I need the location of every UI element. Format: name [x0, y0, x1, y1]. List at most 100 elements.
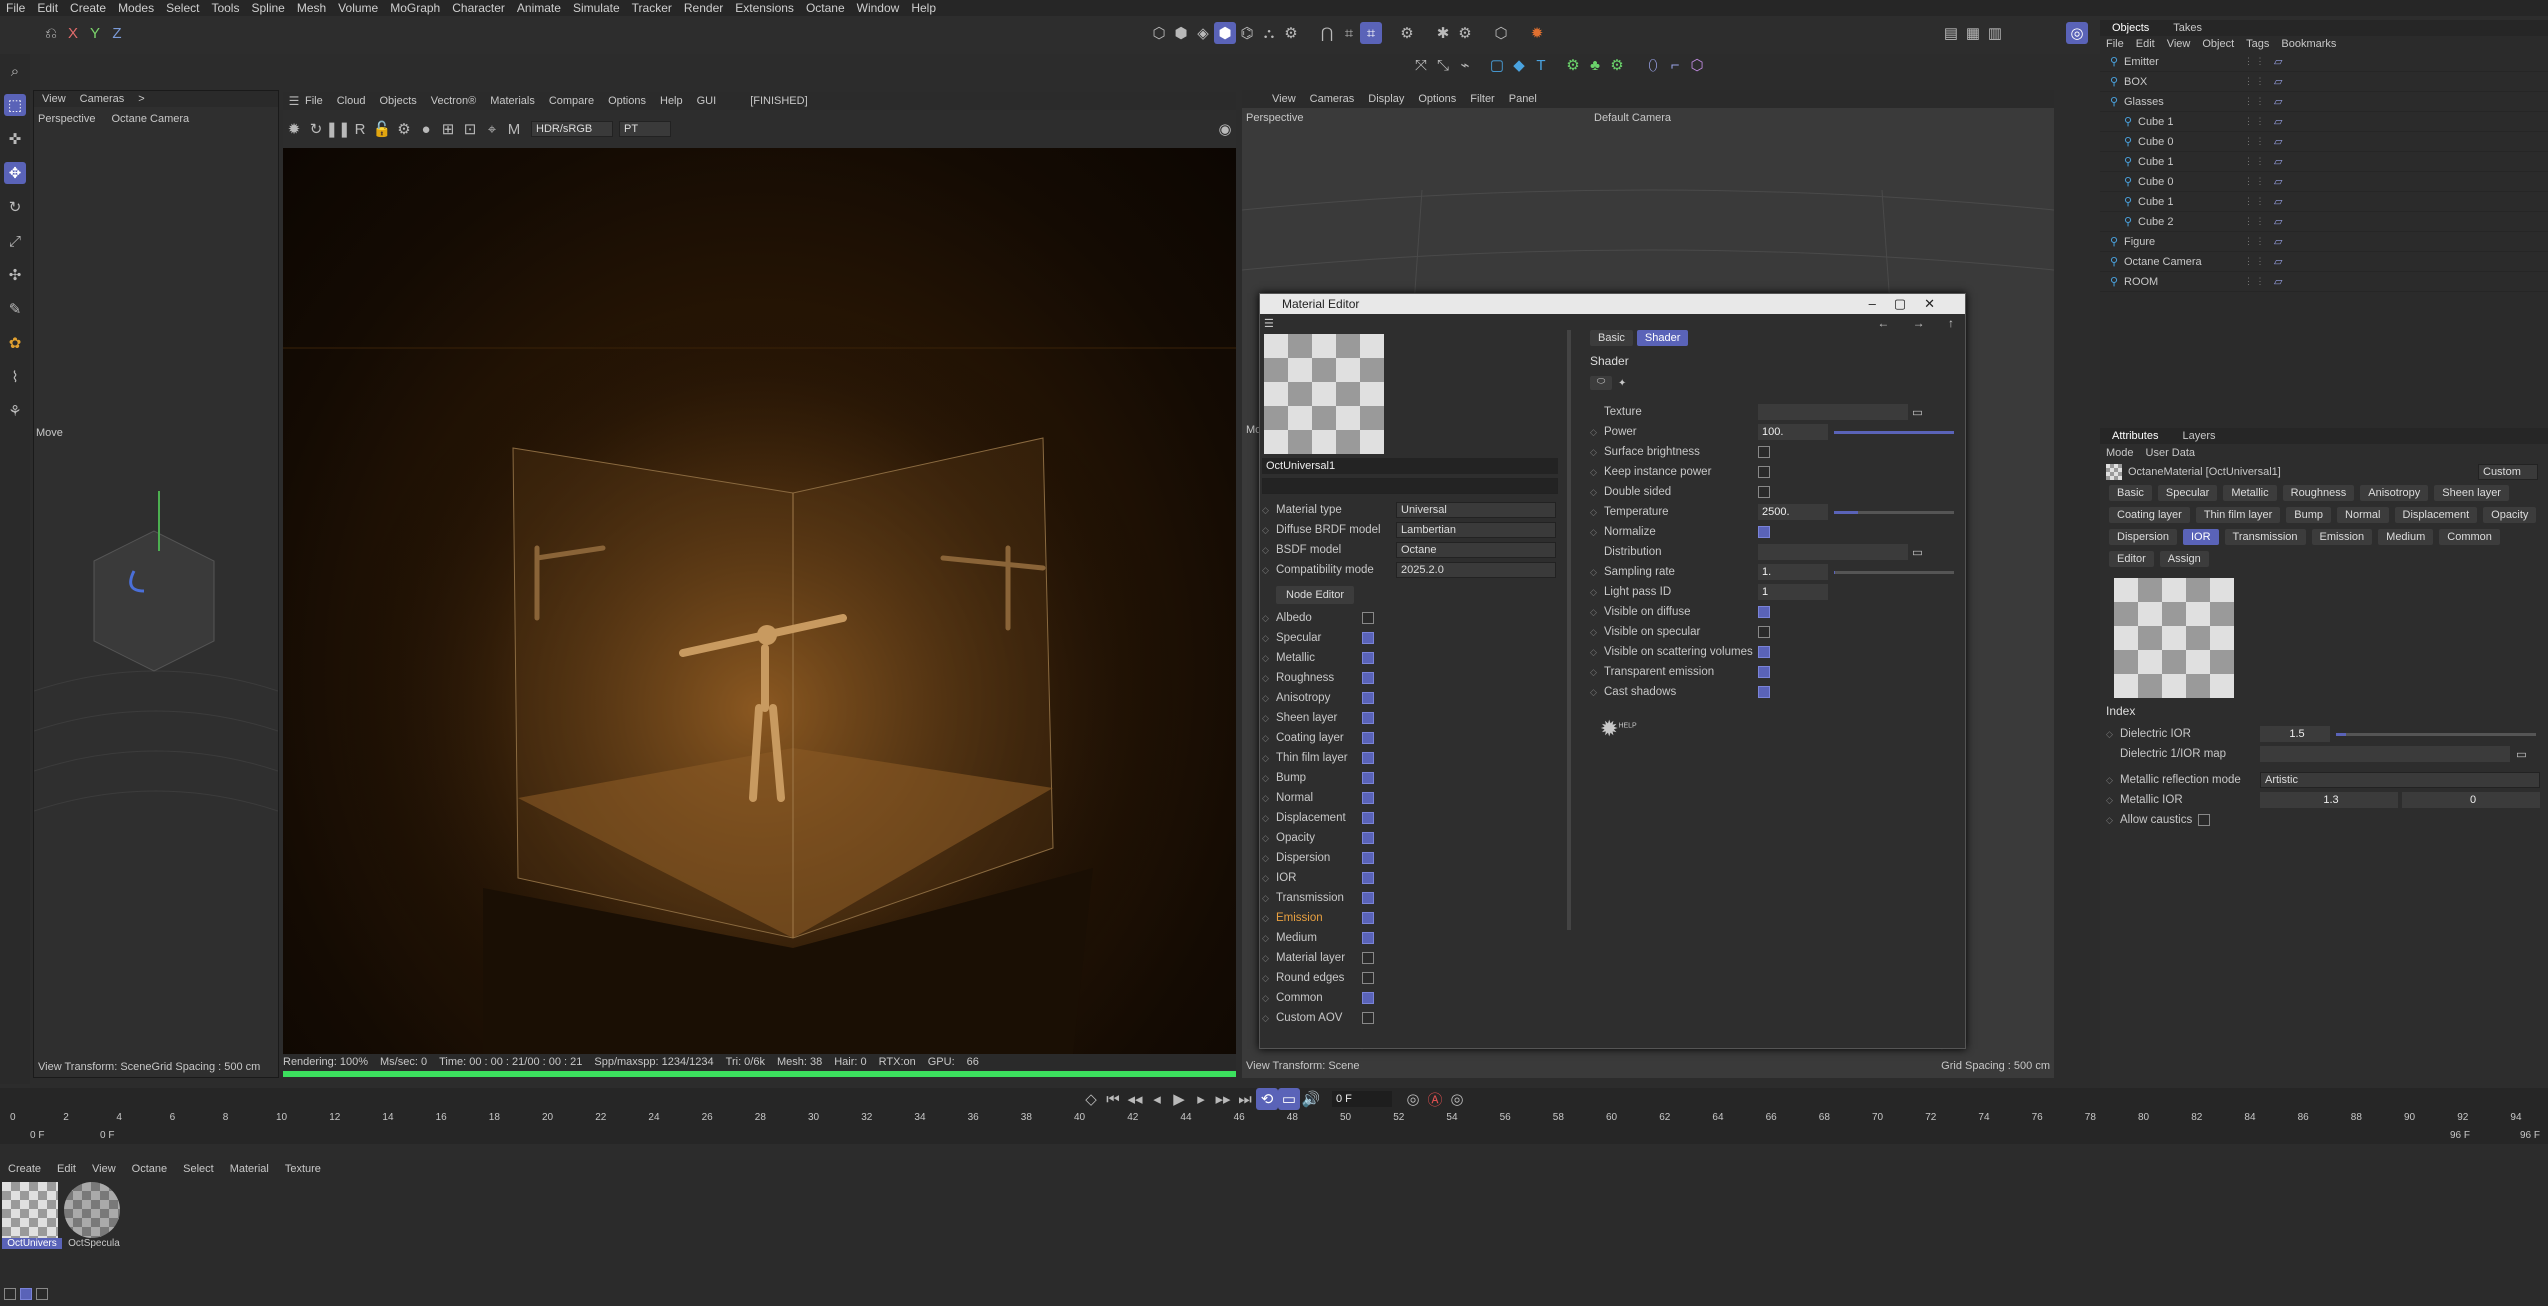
keyframe-dot-icon[interactable]: ◇: [1262, 733, 1276, 744]
menu-octane[interactable]: Octane: [800, 0, 851, 16]
kernel-select[interactable]: PT: [619, 121, 671, 137]
channel-checkbox[interactable]: [1362, 812, 1374, 824]
cube-icon[interactable]: ◆: [1508, 54, 1530, 76]
material-swatch[interactable]: OctSpecula: [64, 1182, 124, 1249]
channel-checkbox[interactable]: [1362, 992, 1374, 1004]
material-manager-menu-item[interactable]: Edit: [57, 1163, 76, 1175]
object-row[interactable]: ⚲ Emitter ⋮ ⋮ ▱: [2100, 52, 2548, 72]
range-icon[interactable]: ▭: [1278, 1088, 1300, 1110]
objects-menu-item[interactable]: Object: [2202, 38, 2234, 50]
pick-focus-icon[interactable]: ⌖: [481, 118, 503, 140]
keyframe-dot-icon[interactable]: ◇: [1262, 773, 1276, 784]
octane-logo-icon[interactable]: ✹: [283, 118, 305, 140]
film-icon[interactable]: ▤: [1940, 22, 1962, 44]
keyframe-dot-icon[interactable]: ◇: [1590, 447, 1604, 458]
keyframe-dot-icon[interactable]: ◇: [1262, 913, 1276, 924]
prev-key-icon[interactable]: ◂◂: [1124, 1088, 1146, 1110]
sculpt-icon[interactable]: ⚘: [4, 400, 26, 422]
preset-select[interactable]: Custom: [2478, 464, 2538, 480]
keyframe-dot-icon[interactable]: ◇: [1590, 427, 1604, 438]
timeline-ruler[interactable]: 0 2 4 6 8 10 12 14 16 18 20 22 24 26 28 30 32 34 36 38 40 42 4…: [0, 1110, 2548, 1128]
layout-c-icon[interactable]: [36, 1288, 48, 1300]
keyframe-dot-icon[interactable]: ◇: [1590, 527, 1604, 538]
keyframe-dot-icon[interactable]: ◇: [1262, 893, 1276, 904]
left-vp-menu-item[interactable]: Cameras: [80, 93, 125, 105]
object-row[interactable]: ⚲ Octane Camera ⋮ ⋮ ▱: [2100, 252, 2548, 272]
attr-chip[interactable]: Anisotropy: [2360, 485, 2429, 501]
keyframe-dot-icon[interactable]: ◇: [1590, 647, 1604, 658]
channel-checkbox[interactable]: [1362, 832, 1374, 844]
material-manager-menu-item[interactable]: View: [92, 1163, 116, 1175]
menu-extensions[interactable]: Extensions: [729, 0, 800, 16]
scale-icon[interactable]: ⤢: [4, 230, 26, 252]
right-vp-menu-item[interactable]: Options: [1418, 93, 1456, 105]
shader-param-slider[interactable]: [1834, 570, 1954, 574]
menu-character[interactable]: Character: [446, 0, 511, 16]
pen-icon[interactable]: ✎: [4, 298, 26, 320]
keyframe-dot-icon[interactable]: ◇: [1590, 587, 1604, 598]
keyframe-dot-icon[interactable]: ◇: [1262, 973, 1276, 984]
metallic-ior-r[interactable]: 1.3: [2260, 792, 2398, 808]
channel-checkbox[interactable]: [1362, 652, 1374, 664]
keyframe-dot-icon[interactable]: ◇: [1262, 673, 1276, 684]
object-name[interactable]: Cube 1: [2138, 156, 2244, 168]
channel-checkbox[interactable]: [1362, 672, 1374, 684]
shader-param-value[interactable]: 1: [1758, 584, 1828, 600]
move-tool-icon[interactable]: ⤧: [1410, 54, 1432, 76]
motion-icon[interactable]: M: [503, 118, 525, 140]
menu-tracker[interactable]: Tracker: [626, 0, 678, 16]
attr-chip[interactable]: Basic: [2109, 485, 2152, 501]
render-image[interactable]: [283, 148, 1236, 1054]
object-row[interactable]: ⚲ Cube 1 ⋮ ⋮ ▱: [2100, 112, 2548, 132]
node-editor-button[interactable]: Node Editor: [1276, 586, 1355, 604]
splitter[interactable]: [1567, 330, 1571, 930]
twist-icon[interactable]: ⬡: [1686, 54, 1708, 76]
channel-checkbox[interactable]: [1362, 1012, 1374, 1024]
camera-icon[interactable]: ◉: [1214, 118, 1236, 140]
left-vp-menu-item[interactable]: View: [42, 93, 66, 105]
model-mode-icon[interactable]: ⬢: [1170, 22, 1192, 44]
tag-icon[interactable]: ▱: [2274, 215, 2282, 228]
attr-chip[interactable]: Normal: [2337, 507, 2389, 523]
menu-animate[interactable]: Animate: [511, 0, 567, 16]
object-name[interactable]: Octane Camera: [2124, 256, 2244, 268]
end-frame-2[interactable]: 96 F: [2520, 1130, 2540, 1141]
menu-file[interactable]: File: [0, 0, 31, 16]
attr-material-preview[interactable]: [2114, 578, 2234, 698]
layout-icon[interactable]: ◎: [2066, 22, 2088, 44]
attr-chip[interactable]: Emission: [2311, 529, 2373, 545]
objects-menu-item[interactable]: Tags: [2246, 38, 2269, 50]
play-icon[interactable]: ▶: [1168, 1088, 1190, 1110]
uv-mode-icon[interactable]: ⛬: [1258, 22, 1280, 44]
axis-x[interactable]: X: [62, 22, 84, 44]
visibility-dots-icon[interactable]: ⋮ ⋮: [2244, 136, 2274, 147]
menu-volume[interactable]: Volume: [332, 0, 384, 16]
end-frame[interactable]: 96 F: [2450, 1130, 2470, 1141]
current-frame-field[interactable]: 0 F: [1332, 1091, 1392, 1107]
menu-modes[interactable]: Modes: [112, 0, 160, 16]
sound-icon[interactable]: 🔊: [1300, 1088, 1322, 1110]
keyframe-dot-icon[interactable]: ◇: [1590, 567, 1604, 578]
attr-chip[interactable]: Medium: [2378, 529, 2434, 545]
material-manager-menu-item[interactable]: Texture: [285, 1163, 321, 1175]
keyframe-dot-icon[interactable]: ◇: [1262, 853, 1276, 864]
keyset-icon[interactable]: ◎: [1446, 1088, 1468, 1110]
tag-icon[interactable]: ▱: [2274, 95, 2282, 108]
dielectric-map-field[interactable]: [2260, 746, 2510, 762]
object-name[interactable]: Cube 0: [2138, 176, 2244, 188]
attr-chip[interactable]: Bump: [2286, 507, 2332, 523]
material-manager-menu-item[interactable]: Create: [8, 1163, 41, 1175]
keyframe-dot-icon[interactable]: ◇: [1262, 753, 1276, 764]
attr-chip[interactable]: Thin film layer: [2195, 507, 2281, 523]
attributes-menu-item[interactable]: Mode: [2106, 447, 2134, 459]
channel-checkbox[interactable]: [1362, 612, 1374, 624]
menu-create[interactable]: Create: [64, 0, 112, 16]
spline-tool-icon[interactable]: ⌁: [1454, 54, 1476, 76]
render-view-icon[interactable]: ▦: [1962, 22, 1984, 44]
right-vp-menu-item[interactable]: Panel: [1509, 93, 1537, 105]
menu-help[interactable]: Help: [905, 0, 942, 16]
sphere-icon[interactable]: ●: [415, 118, 437, 140]
select-icon[interactable]: ⬚: [4, 94, 26, 116]
attr-chip[interactable]: Coating layer: [2109, 507, 2190, 523]
object-name[interactable]: Cube 2: [2138, 216, 2244, 228]
